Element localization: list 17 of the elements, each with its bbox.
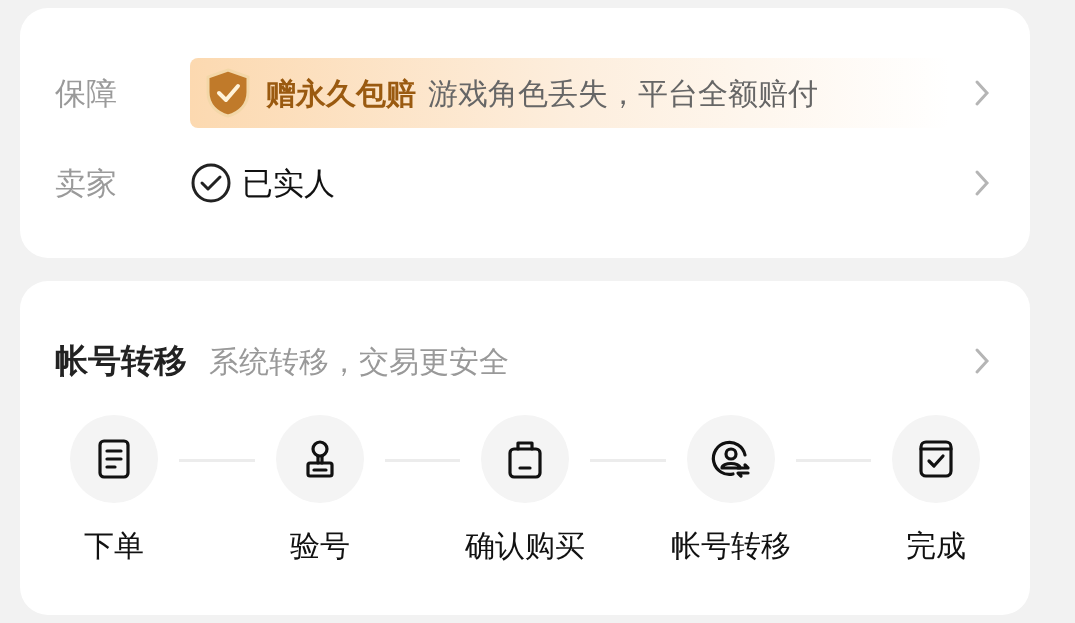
shield-icon — [204, 68, 252, 118]
check-circle-icon — [190, 162, 232, 204]
step-label: 验号 — [289, 527, 350, 565]
section-subtitle: 系统转移，交易更安全 — [209, 342, 509, 381]
guarantee-text: 游戏角色丢失，平台全额赔付 — [428, 74, 818, 113]
guarantee-title: 赠永久包赔 — [266, 74, 416, 113]
seller-status: 已实人 — [242, 163, 335, 203]
row-label: 卖家 — [55, 163, 118, 203]
chevron-right-icon[interactable] — [974, 169, 990, 197]
chevron-right-icon[interactable] — [974, 347, 990, 375]
row-label: 保障 — [55, 73, 118, 113]
section-title: 帐号转移 — [55, 340, 187, 383]
step-label: 帐号转移 — [670, 527, 791, 565]
step-label: 下单 — [84, 527, 144, 565]
chevron-right-icon[interactable] — [974, 79, 990, 107]
step-label: 确认购买 — [465, 527, 585, 565]
step-label: 完成 — [906, 527, 966, 565]
